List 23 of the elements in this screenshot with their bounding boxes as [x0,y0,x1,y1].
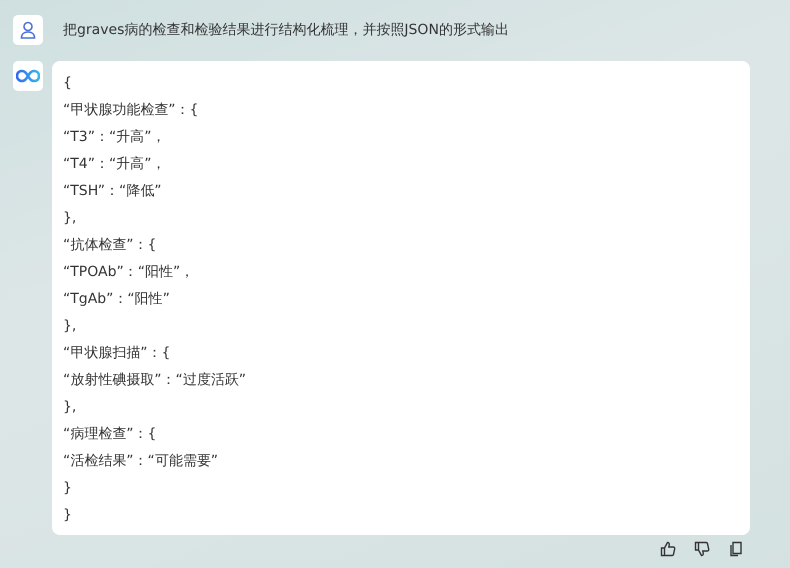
code-line: “TPOAb”：“阳性”， [63,263,196,282]
code-line: }, [63,317,78,336]
person-icon [20,21,36,39]
code-line: } [63,506,73,525]
code-line: “放射性碘摄取”：“过度活跃” [63,371,248,390]
code-line: “TSH”：“降低” [63,182,163,201]
code-line: “T3”：“升高”， [63,128,166,147]
user-message: 把graves病的检查和检验结果进行结构化梳理，并按照JSON的形式输出 [63,21,509,40]
code-line: “活检结果”：“可能需要” [63,452,220,471]
code-line: { [63,74,73,93]
code-line: “T4”：“升高”， [63,155,166,174]
infinity-logo-icon [16,69,40,83]
code-line: “TgAb”：“阳性” [63,290,171,309]
code-line: “甲状腺扫描”：{ [63,344,172,363]
code-line: } [63,479,73,498]
thumbs-down-icon[interactable] [694,541,710,557]
code-line: “病理检查”：{ [63,425,158,444]
code-line: “抗体检查”：{ [63,236,158,255]
code-line: “甲状腺功能检查”：{ [63,101,200,120]
copy-icon[interactable] [728,541,744,557]
code-line: }, [63,209,78,228]
thumbs-up-icon[interactable] [660,541,676,557]
code-line: }, [63,398,78,417]
